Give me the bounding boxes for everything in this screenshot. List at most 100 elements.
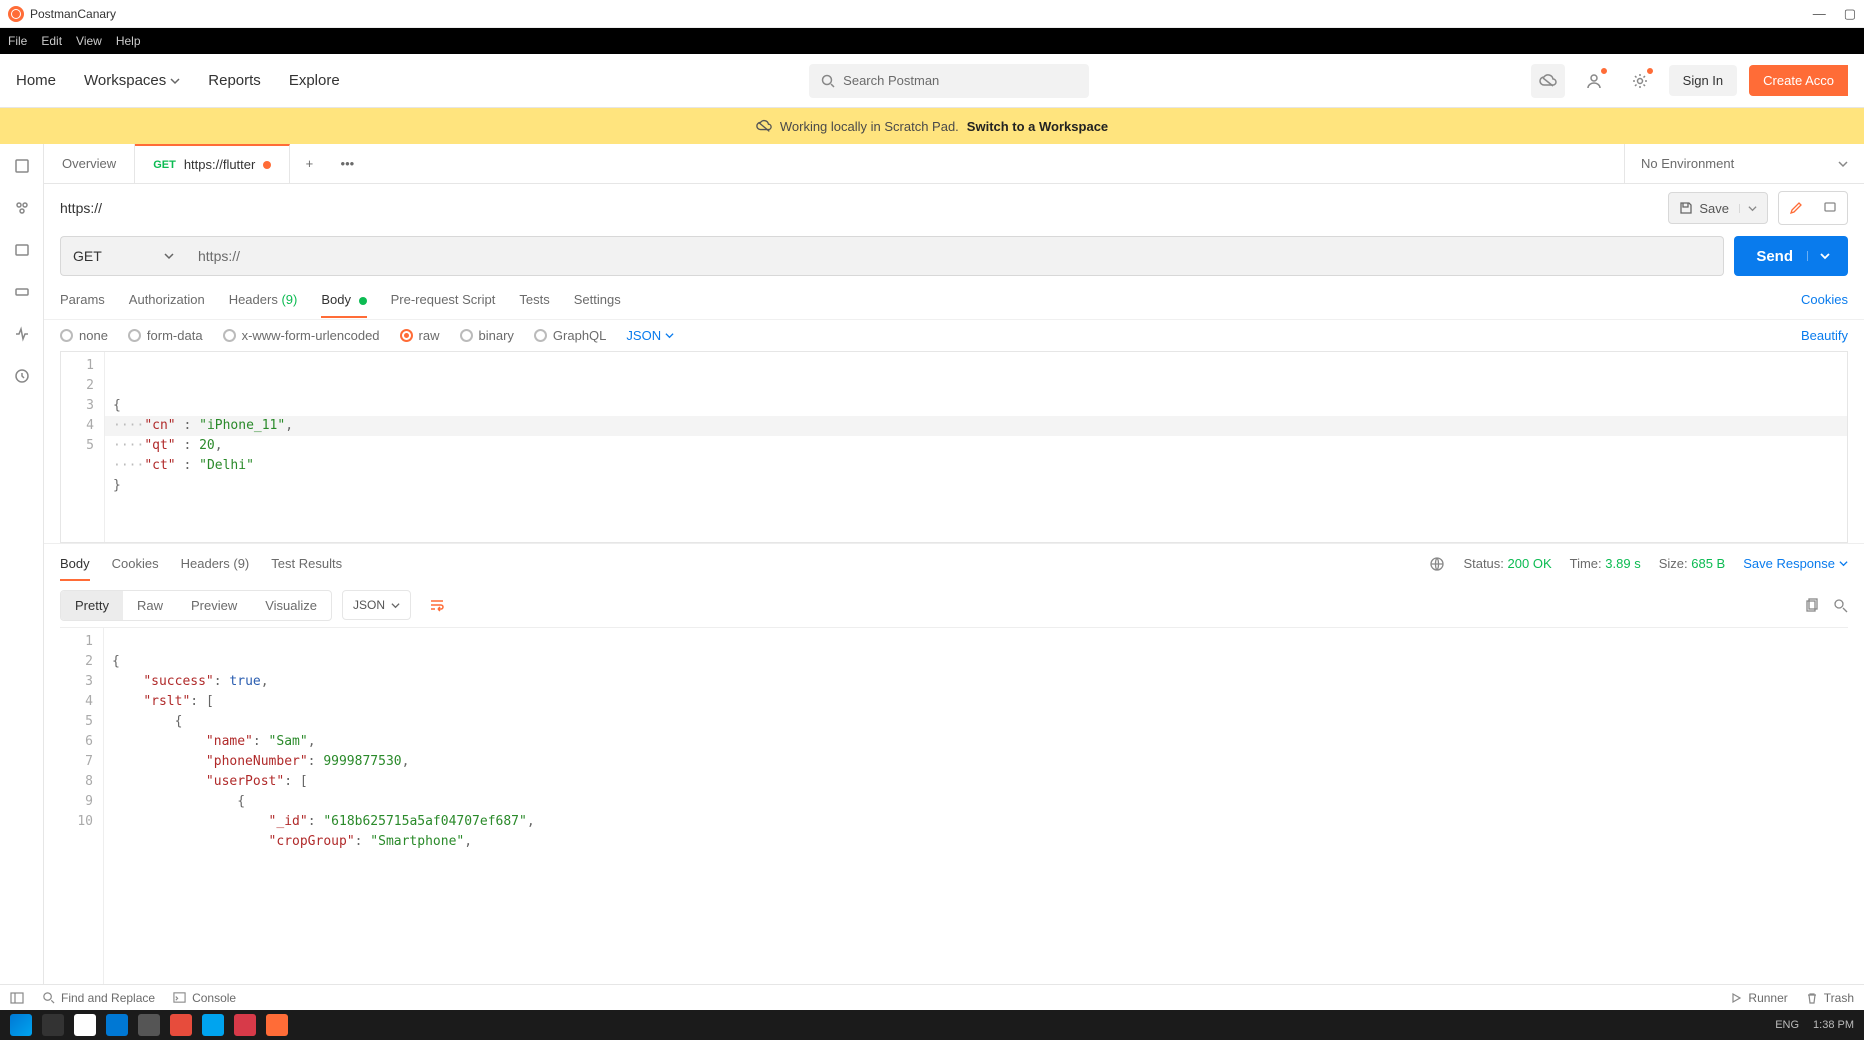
- postman-logo-icon: [8, 6, 24, 22]
- taskbar-app-icon[interactable]: [202, 1014, 224, 1036]
- window-minimize-icon[interactable]: —: [1813, 6, 1826, 22]
- tab-active-request[interactable]: GET https://flutter: [135, 144, 290, 183]
- body-type-xwww[interactable]: x-www-form-urlencoded: [223, 328, 380, 343]
- taskbar-app-icon[interactable]: [42, 1014, 64, 1036]
- mode-raw[interactable]: Raw: [123, 591, 177, 620]
- tab-settings[interactable]: Settings: [574, 282, 621, 317]
- request-section-tabs: Params Authorization Headers (9) Body Pr…: [44, 280, 1864, 320]
- taskbar-app-icon[interactable]: [170, 1014, 192, 1036]
- tab-headers[interactable]: Headers (9): [229, 282, 298, 317]
- mode-preview[interactable]: Preview: [177, 591, 251, 620]
- menu-help[interactable]: Help: [116, 34, 141, 48]
- menu-view[interactable]: View: [76, 34, 102, 48]
- top-nav: Home Workspaces Reports Explore Search P…: [0, 54, 1864, 108]
- globe-icon[interactable]: [1429, 556, 1445, 572]
- window-maximize-icon[interactable]: ▢: [1844, 6, 1856, 22]
- nav-workspaces[interactable]: Workspaces: [84, 72, 180, 89]
- sign-in-button[interactable]: Sign In: [1669, 65, 1737, 96]
- search-placeholder: Search Postman: [843, 73, 939, 88]
- taskbar-app-icon[interactable]: [234, 1014, 256, 1036]
- resp-tab-body[interactable]: Body: [60, 546, 90, 581]
- response-body-editor[interactable]: 1 2 3 4 5 6 7 8 9 10 { "success": true, …: [60, 627, 1848, 984]
- menu-file[interactable]: File: [8, 34, 27, 48]
- size-value: 685 B: [1691, 556, 1725, 571]
- create-account-button[interactable]: Create Acco: [1749, 65, 1848, 96]
- sidebar-mock-icon[interactable]: [10, 280, 34, 304]
- sidebar-history-icon[interactable]: [10, 364, 34, 388]
- nav-home[interactable]: Home: [16, 72, 56, 89]
- taskbar-clock: 1:38 PM: [1813, 1019, 1854, 1031]
- response-format-selector[interactable]: JSON: [342, 590, 411, 620]
- sidebar-apis-icon[interactable]: [10, 196, 34, 220]
- environment-selector[interactable]: No Environment: [1624, 144, 1864, 183]
- copy-response-icon[interactable]: [1804, 598, 1819, 613]
- edit-icon[interactable]: [1779, 192, 1813, 224]
- console-button[interactable]: Console: [173, 991, 236, 1005]
- global-search[interactable]: Search Postman: [809, 64, 1089, 98]
- sidebar-environments-icon[interactable]: [10, 238, 34, 262]
- menu-edit[interactable]: Edit: [41, 34, 62, 48]
- nav-explore[interactable]: Explore: [289, 72, 340, 89]
- method-selector[interactable]: GET: [60, 236, 186, 276]
- mode-visualize[interactable]: Visualize: [251, 591, 331, 620]
- runner-button[interactable]: Runner: [1730, 991, 1787, 1005]
- taskbar-postman-icon[interactable]: [266, 1014, 288, 1036]
- tab-url-label: https://flutter: [184, 157, 256, 172]
- save-response-button[interactable]: Save Response: [1743, 556, 1848, 571]
- comments-icon[interactable]: [1813, 192, 1847, 224]
- resp-tab-tests[interactable]: Test Results: [271, 546, 342, 581]
- chevron-down-icon[interactable]: [1807, 251, 1830, 261]
- taskbar-app-icon[interactable]: [106, 1014, 128, 1036]
- tab-body[interactable]: Body: [321, 282, 366, 317]
- status-bar: Find and Replace Console Runner Trash: [0, 984, 1864, 1010]
- body-type-none[interactable]: none: [60, 328, 108, 343]
- mode-pretty[interactable]: Pretty: [61, 591, 123, 620]
- resp-tab-cookies[interactable]: Cookies: [112, 546, 159, 581]
- taskbar-app-icon[interactable]: [138, 1014, 160, 1036]
- editor-code[interactable]: { ····"cn" : "iPhone_11", ····"qt" : 20,…: [105, 352, 1847, 542]
- tab-params[interactable]: Params: [60, 282, 105, 317]
- unsaved-dot-icon: [263, 161, 271, 169]
- new-tab-button[interactable]: +: [290, 144, 328, 183]
- editor-gutter: 1 2 3 4 5 6 7 8 9 10: [60, 628, 104, 984]
- url-input[interactable]: [186, 236, 1724, 276]
- search-response-icon[interactable]: [1833, 598, 1848, 613]
- beautify-button[interactable]: Beautify: [1801, 328, 1848, 343]
- wrap-lines-icon[interactable]: [421, 589, 453, 621]
- editor-code: { "success": true, "rslt": [ { "name": "…: [104, 628, 1848, 984]
- editor-gutter: 1 2 3 4 5: [61, 352, 105, 542]
- sidebar-collections-icon[interactable]: [10, 154, 34, 178]
- save-button[interactable]: Save: [1668, 192, 1768, 224]
- body-type-binary[interactable]: binary: [460, 328, 514, 343]
- banner-action-link[interactable]: Switch to a Workspace: [967, 119, 1108, 134]
- time-value: 3.89 s: [1605, 556, 1640, 571]
- tab-authorization[interactable]: Authorization: [129, 282, 205, 317]
- request-tabs: Overview GET https://flutter + ••• No En…: [44, 144, 1864, 184]
- invite-icon[interactable]: [1577, 64, 1611, 98]
- send-button[interactable]: Send: [1734, 236, 1848, 276]
- sidebar-toggle-icon[interactable]: [10, 991, 24, 1005]
- body-type-formdata[interactable]: form-data: [128, 328, 203, 343]
- body-active-dot-icon: [359, 297, 367, 305]
- taskbar-language[interactable]: ENG: [1775, 1019, 1799, 1031]
- body-type-graphql[interactable]: GraphQL: [534, 328, 606, 343]
- chevron-down-icon[interactable]: [1739, 204, 1757, 213]
- tab-overview[interactable]: Overview: [44, 144, 135, 183]
- trash-button[interactable]: Trash: [1806, 991, 1854, 1005]
- tab-overflow-button[interactable]: •••: [328, 144, 366, 183]
- start-button-icon[interactable]: [10, 1014, 32, 1036]
- body-format-selector[interactable]: JSON: [626, 328, 674, 343]
- tab-prerequest[interactable]: Pre-request Script: [391, 282, 496, 317]
- save-icon: [1679, 201, 1693, 215]
- cookies-link[interactable]: Cookies: [1801, 292, 1848, 307]
- sidebar-monitors-icon[interactable]: [10, 322, 34, 346]
- taskbar-app-icon[interactable]: [74, 1014, 96, 1036]
- tab-tests[interactable]: Tests: [519, 282, 549, 317]
- body-type-raw[interactable]: raw: [400, 328, 440, 343]
- resp-tab-headers[interactable]: Headers (9): [181, 546, 250, 581]
- nav-reports[interactable]: Reports: [208, 72, 261, 89]
- cloud-sync-icon[interactable]: [1531, 64, 1565, 98]
- find-replace-button[interactable]: Find and Replace: [42, 991, 155, 1005]
- request-body-editor[interactable]: 1 2 3 4 5 { ····"cn" : "iPhone_11", ····…: [60, 351, 1848, 543]
- settings-gear-icon[interactable]: [1623, 64, 1657, 98]
